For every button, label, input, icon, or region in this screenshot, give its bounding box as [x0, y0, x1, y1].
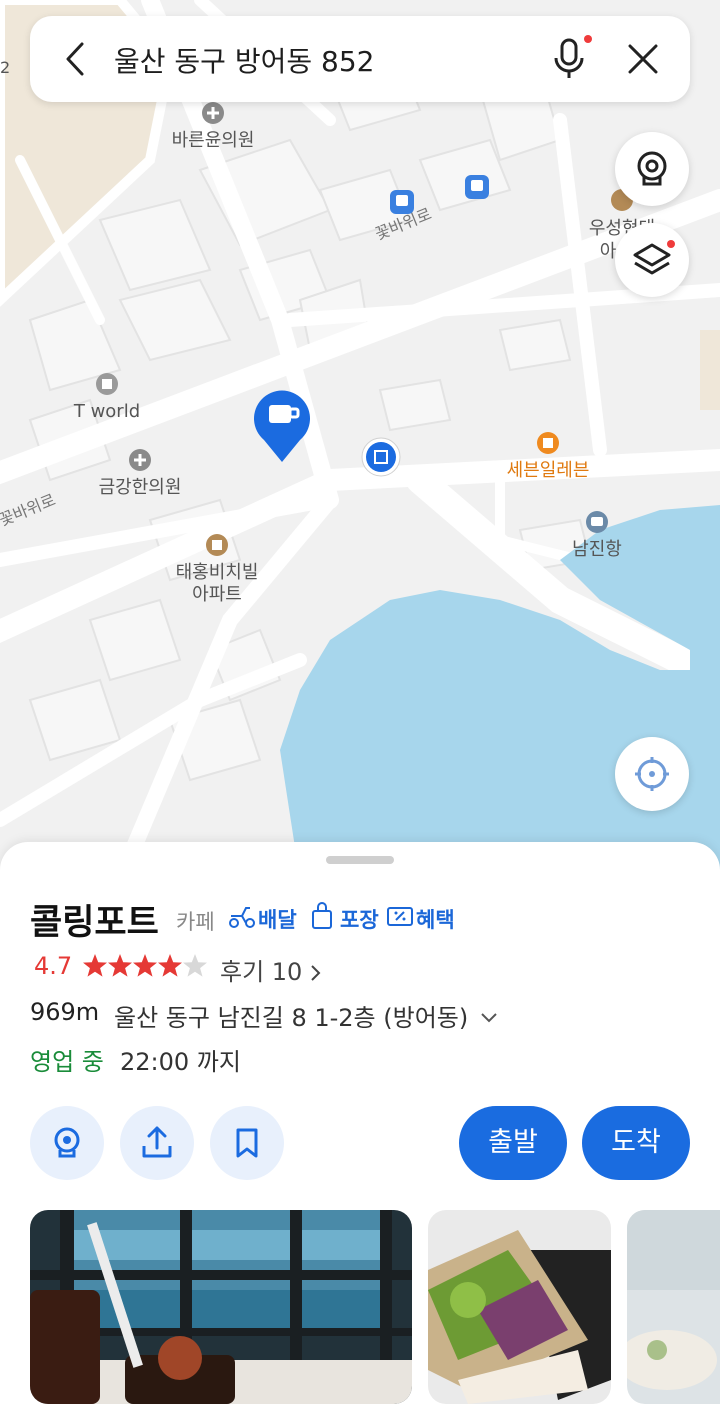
bookmark-button[interactable]: [210, 1106, 284, 1180]
my-location-button[interactable]: [615, 737, 689, 811]
map-label-apt-b: 아파트: [192, 584, 242, 605]
share-icon: [142, 1126, 172, 1158]
bus-stop-icon[interactable]: [465, 175, 489, 199]
delivery-tag-label: 배달: [258, 908, 297, 932]
coupon-icon: [387, 907, 413, 926]
map-label-apt[interactable]: 태홍비치빌: [176, 562, 259, 583]
crosshair-icon: [635, 757, 669, 791]
layers-icon: [633, 240, 675, 275]
chevron-down-icon: [481, 1013, 497, 1023]
map-label-clinic2[interactable]: 금강한의원: [99, 477, 182, 498]
streetview-action-button[interactable]: [30, 1106, 104, 1180]
delivery-scooter-icon: [229, 907, 255, 928]
place-sheet[interactable]: 콜링포트 카페 배달 포장 혜택 4.7 후기 10 969m 울산 동구 남진…: [0, 842, 720, 1404]
benefit-tag-label: 혜택: [416, 908, 455, 932]
address-text: 울산 동구 남진길 8 1-2층 (방어동): [114, 1004, 469, 1032]
close-icon[interactable]: [620, 36, 666, 82]
depart-button[interactable]: 출발: [459, 1106, 567, 1180]
map-edge-number: 2: [0, 58, 10, 77]
bookmark-icon: [236, 1128, 258, 1158]
map-label-harbor[interactable]: 남진항: [572, 539, 622, 560]
photo-cafe-interior[interactable]: [30, 1210, 412, 1404]
chevron-right-icon: [311, 965, 321, 981]
search-input[interactable]: 울산 동구 방어동 852: [114, 40, 374, 80]
bag-icon: [312, 902, 332, 929]
map-label-clinic1[interactable]: 바른윤의원: [172, 130, 255, 151]
location-marker-icon[interactable]: [361, 437, 401, 477]
map-label-tworld[interactable]: T world: [73, 401, 140, 422]
map-label-seven[interactable]: 세븐일레븐: [507, 460, 590, 481]
streetview-icon: [54, 1127, 80, 1158]
bus-stop-icon[interactable]: [390, 190, 414, 214]
arrive-button[interactable]: 도착: [582, 1106, 690, 1180]
photo-image: [627, 1210, 720, 1404]
streetview-icon: [637, 151, 667, 186]
open-status: 영업 중: [30, 1048, 104, 1076]
photo-third[interactable]: [627, 1210, 720, 1404]
streetview-button[interactable]: [615, 132, 689, 206]
reviews-link[interactable]: 후기 10: [220, 952, 322, 987]
rating-stars: [83, 954, 207, 977]
sheet-handle[interactable]: [326, 856, 394, 864]
takeout-tag-label: 포장: [340, 908, 379, 932]
address-row[interactable]: 울산 동구 남진길 8 1-2층 (방어동): [114, 998, 498, 1033]
mic-icon[interactable]: [550, 34, 592, 84]
reviews-label: 후기 10: [220, 958, 303, 986]
map-view[interactable]: 바른윤의원 꽃바위로 꽃바위로 우성현대 아 2 T world 금강한의원 태…: [0, 0, 720, 880]
distance: 969m: [30, 998, 100, 1026]
place-name: 콜링포트: [30, 903, 159, 943]
closing-time: 22:00 까지: [120, 1048, 241, 1076]
photo-sandwich[interactable]: [428, 1210, 611, 1404]
share-button[interactable]: [120, 1106, 194, 1180]
photo-image: [30, 1210, 412, 1404]
search-bar[interactable]: 울산 동구 방어동 852: [30, 16, 690, 102]
place-category: 카페: [176, 910, 215, 934]
layers-button[interactable]: [615, 223, 689, 297]
back-icon[interactable]: [54, 34, 104, 84]
rating-value: 4.7: [34, 952, 73, 980]
photo-image: [428, 1210, 611, 1404]
